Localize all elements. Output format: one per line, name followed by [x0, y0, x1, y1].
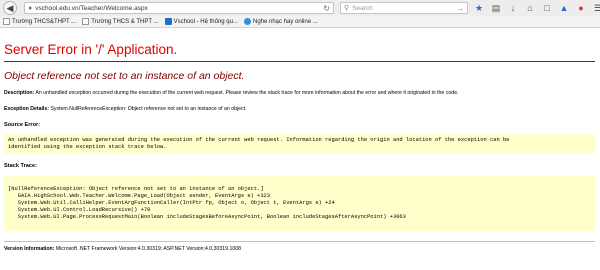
back-arrow-icon[interactable]: ◀	[3, 1, 17, 15]
reload-icon[interactable]: ↻	[323, 3, 330, 14]
description-label: Description:	[4, 90, 35, 96]
footer-divider	[4, 241, 595, 242]
search-placeholder: Search	[352, 4, 373, 12]
version-information-line: Version Information: Microsoft .NET Fram…	[4, 246, 241, 252]
description-text: An unhandled exception occurred during t…	[35, 90, 459, 96]
page-icon	[82, 18, 90, 25]
chat-icon[interactable]: □	[542, 2, 552, 14]
search-icon: ⚲	[344, 5, 350, 12]
error-message: Object reference not set to an instance …	[4, 70, 245, 82]
browser-toolbar: ◀ ● vschool.edu.vn/Teacher/Welcome.aspx …	[0, 0, 600, 16]
source-error-heading: Source Error:	[4, 122, 41, 128]
page-icon	[3, 18, 10, 25]
search-input[interactable]: ⚲ Search →	[340, 2, 468, 14]
exception-label: Exception Details:	[4, 106, 49, 112]
toolbar-icons: ★ ▤ ↓ ⌂ □ ▲ ● ☰	[474, 2, 600, 14]
addon-icon[interactable]: ●	[576, 2, 586, 14]
version-text: Microsoft .NET Framework Version:4.0.303…	[55, 246, 242, 252]
bookmark-label: Nghe nhạc hay online ...	[252, 18, 318, 25]
version-label: Version Information:	[4, 246, 55, 252]
menu-icon[interactable]: ☰	[593, 2, 600, 14]
bookmark-item[interactable]: Trường THCS & THPT ...	[82, 18, 159, 25]
globe-icon: ●	[28, 4, 33, 12]
star-icon[interactable]: ★	[474, 2, 484, 14]
page-title: Server Error in '/' Application.	[4, 42, 178, 57]
reading-list-icon[interactable]: ▤	[491, 2, 501, 14]
page-content: Server Error in '/' Application. Object …	[4, 29, 598, 270]
description-line: Description: An unhandled exception occu…	[4, 90, 458, 96]
exception-details-line: Exception Details: System.NullReferenceE…	[4, 106, 247, 112]
url-bar[interactable]: ● vschool.edu.vn/Teacher/Welcome.aspx ↻	[24, 2, 334, 14]
stack-trace-box: [NullReferenceException: Object referenc…	[4, 176, 595, 231]
vschool-icon	[164, 18, 172, 25]
source-error-box: An unhandled exception was generated dur…	[4, 134, 595, 154]
title-divider	[4, 61, 595, 62]
exception-text: System.NullReferenceException: Object re…	[50, 106, 247, 112]
bookmark-label: Vschool - Hệ thống qu...	[173, 18, 238, 25]
music-site-icon	[243, 18, 251, 25]
home-icon[interactable]: ⌂	[525, 2, 535, 14]
bookmark-item[interactable]: Trường THCS&THPT ...	[3, 18, 76, 25]
download-icon[interactable]: ↓	[508, 2, 518, 14]
shield-icon[interactable]: ▲	[559, 2, 569, 14]
bookmark-item[interactable]: Nghe nhạc hay online ...	[243, 18, 318, 25]
stack-trace-heading: Stack Trace:	[4, 163, 37, 169]
bookmark-item[interactable]: Vschool - Hệ thống qu...	[164, 18, 238, 25]
bookmarks-bar: Trường THCS&THPT ... Trường THCS & THPT …	[0, 16, 600, 28]
search-go-icon[interactable]: →	[456, 3, 464, 14]
url-text: vschool.edu.vn/Teacher/Welcome.aspx	[35, 4, 148, 12]
bookmark-label: Trường THCS&THPT ...	[12, 18, 77, 25]
bookmark-label: Trường THCS & THPT ...	[91, 18, 159, 25]
